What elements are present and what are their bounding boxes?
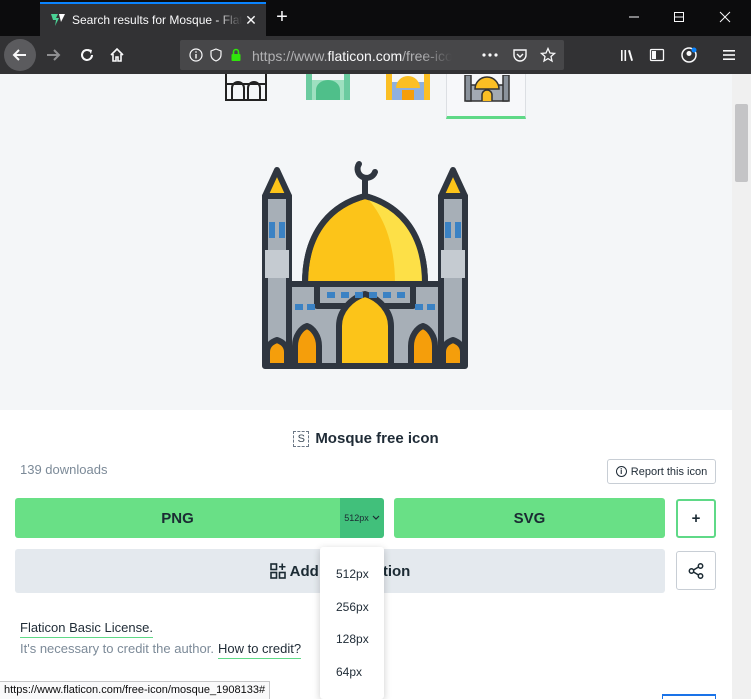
report-icon-button[interactable]: i Report this icon — [607, 459, 716, 484]
size-option[interactable]: 256px — [336, 600, 369, 614]
sidebar-button[interactable] — [642, 40, 672, 70]
menu-button[interactable] — [714, 40, 744, 70]
maximize-icon — [674, 12, 684, 22]
mosque-illustration — [262, 161, 468, 369]
svg-download-button[interactable]: SVG — [394, 498, 665, 538]
partial-button-edge — [662, 694, 716, 699]
share-icon — [688, 562, 704, 579]
arrow-right-icon — [47, 49, 61, 61]
back-button[interactable] — [4, 39, 36, 71]
minimize-icon — [629, 16, 639, 18]
license-title[interactable]: Flaticon Basic License. — [20, 620, 153, 638]
mosque-color-thumbnail — [464, 75, 510, 102]
minimize-button-2[interactable] — [619, 6, 649, 28]
size-selected-label: 512px — [344, 513, 369, 523]
size-select-button[interactable]: 512px — [340, 498, 384, 538]
tab-flaticon[interactable]: Search results for Mosque - Flaticon ✕ — [40, 2, 266, 36]
forward-button[interactable] — [38, 40, 68, 70]
add-collection-icon — [269, 563, 286, 579]
lock-icon[interactable] — [228, 47, 244, 63]
credit-text: It's necessary to credit the author. — [20, 641, 214, 656]
collection-label-right: tion — [382, 562, 411, 580]
share-button[interactable] — [676, 551, 716, 590]
selected-thumbnail-frame[interactable] — [446, 74, 526, 119]
status-bar: https://www.flaticon.com/free-icon/mosqu… — [0, 681, 271, 699]
size-option[interactable]: 128px — [336, 632, 369, 646]
pocket-icon[interactable] — [512, 47, 528, 63]
more-formats-button[interactable]: + — [676, 499, 716, 538]
new-tab-button[interactable]: + — [272, 6, 292, 28]
page-viewport: S Mosque free icon 139 downloads i Report… — [0, 74, 751, 699]
bookmark-star-icon[interactable] — [540, 47, 556, 63]
scrollbar-thumb[interactable] — [735, 104, 748, 182]
library-button[interactable] — [612, 40, 642, 70]
png-download-button[interactable]: PNG — [15, 498, 340, 538]
home-icon — [110, 47, 124, 62]
icon-preview-panel — [0, 74, 732, 410]
mosque-line-thumbnail[interactable] — [222, 74, 270, 104]
tab-strip: Search results for Mosque - Flaticon ✕ + — [0, 0, 751, 36]
url-bar[interactable]: https://www.flaticon.com/free-icon/mosqu… — [180, 40, 564, 70]
info-icon[interactable] — [188, 47, 204, 63]
tab-title: Search results for Mosque - Flaticon — [72, 13, 242, 27]
library-icon — [621, 50, 633, 61]
account-icon — [681, 47, 697, 63]
sidebar-icon — [649, 48, 665, 62]
collection-label-left: Add — [289, 562, 319, 580]
url-text: https://www.flaticon.com/free-icon/mosqu… — [252, 48, 452, 64]
credit-line: It's necessary to credit the author. How … — [20, 641, 302, 659]
maximize-button[interactable] — [664, 6, 694, 28]
mosque-green-thumbnail[interactable] — [304, 74, 352, 104]
style-badge[interactable]: S — [293, 431, 310, 447]
flaticon-favicon-icon — [51, 14, 65, 26]
navigation-bar: https://www.flaticon.com/free-icon/mosqu… — [0, 36, 751, 74]
page-actions-icon[interactable] — [482, 47, 498, 63]
info-icon: i — [615, 466, 627, 477]
mosque-gold-thumbnail[interactable] — [384, 74, 432, 104]
hamburger-menu-icon — [723, 50, 735, 60]
size-dropdown: 512px 256px 128px 64px — [320, 547, 384, 699]
size-option[interactable]: 64px — [336, 665, 362, 679]
reload-icon — [81, 49, 93, 61]
close-window-button[interactable] — [710, 6, 740, 28]
home-button[interactable] — [102, 40, 132, 70]
tab-close-icon[interactable]: ✕ — [244, 13, 258, 27]
reload-button[interactable] — [72, 40, 102, 70]
scrollbar[interactable] — [732, 74, 751, 699]
icon-title: Mosque free icon — [315, 430, 439, 447]
chevron-down-icon — [372, 515, 380, 520]
account-button[interactable] — [674, 40, 704, 70]
browser-window: Search results for Mosque - Flaticon ✕ + — [0, 0, 751, 699]
download-count: 139 downloads — [20, 462, 108, 477]
tracking-shield-icon[interactable] — [208, 47, 224, 63]
size-option[interactable]: 512px — [336, 567, 369, 581]
close-icon — [719, 11, 731, 23]
how-to-credit-link[interactable]: How to credit? — [217, 641, 302, 659]
report-label: Report this icon — [630, 465, 708, 478]
icon-title-row: S Mosque free icon — [0, 430, 732, 448]
arrow-left-icon — [12, 49, 26, 61]
